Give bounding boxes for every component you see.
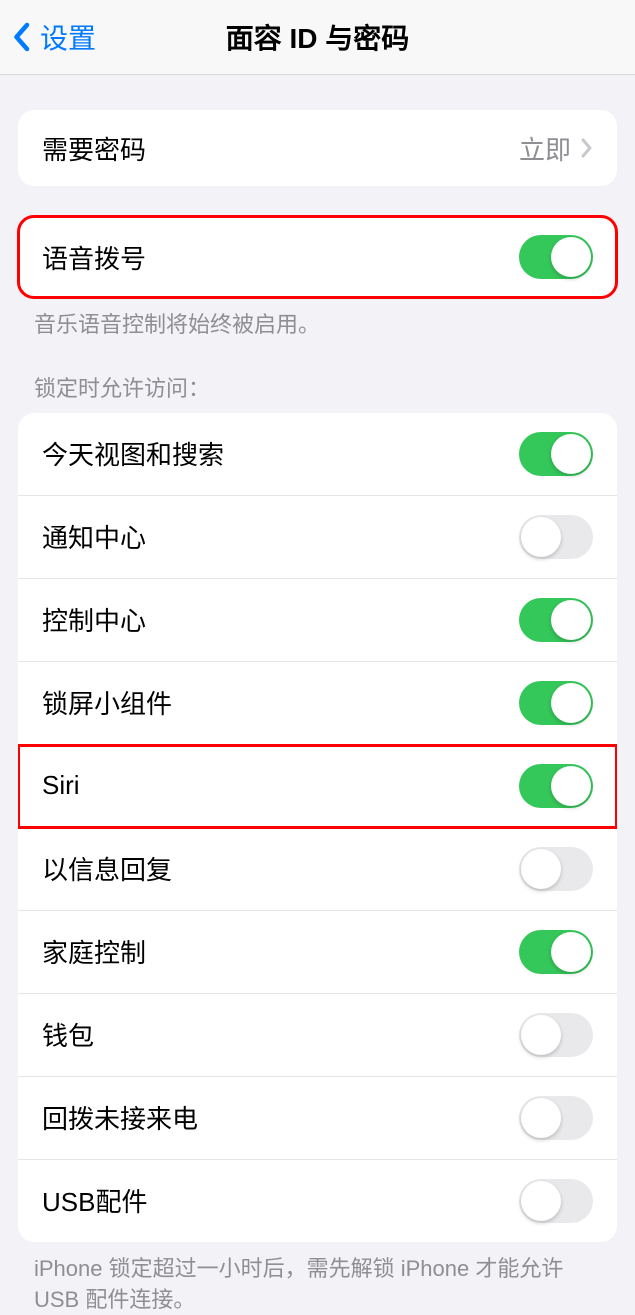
lock-access-section: 今天视图和搜索通知中心控制中心锁屏小组件 Siri 以信息回复家庭控制钱包回拨未接来… <box>18 413 617 1242</box>
lock-access-label: 今天视图和搜索 <box>42 435 224 472</box>
lock-access-row: 钱包 <box>18 994 617 1077</box>
require-passcode-label: 需要密码 <box>42 130 146 167</box>
lock-access-label: 回拨未接来电 <box>42 1099 198 1136</box>
lock-access-row: 回拨未接来电 <box>18 1077 617 1160</box>
lock-access-row: 锁屏小组件 <box>18 662 617 745</box>
lock-access-toggle[interactable] <box>519 515 593 559</box>
require-passcode-section: 需要密码 立即 <box>18 110 617 186</box>
voice-dial-section: 语音拨号 <box>18 216 617 298</box>
lock-access-row: Siri <box>18 745 617 828</box>
lock-access-toggle[interactable] <box>519 1179 593 1223</box>
lock-access-toggle[interactable] <box>519 930 593 974</box>
lock-access-row: 通知中心 <box>18 496 617 579</box>
nav-bar: 设置 面容 ID 与密码 <box>0 0 635 75</box>
lock-access-row: 家庭控制 <box>18 911 617 994</box>
lock-access-toggle[interactable] <box>519 432 593 476</box>
voice-dial-toggle[interactable] <box>519 235 593 279</box>
lock-access-toggle[interactable] <box>519 764 593 808</box>
lock-access-toggle[interactable] <box>519 598 593 642</box>
lock-access-row: 控制中心 <box>18 579 617 662</box>
lock-access-toggle[interactable] <box>519 1096 593 1140</box>
lock-access-toggle[interactable] <box>519 681 593 725</box>
chevron-right-icon <box>581 138 593 158</box>
lock-access-header: 锁定时允许访问： <box>0 341 635 413</box>
lock-access-row: 今天视图和搜索 <box>18 413 617 496</box>
back-button[interactable]: 设置 <box>0 17 96 57</box>
voice-dial-row: 语音拨号 <box>18 216 617 298</box>
lock-access-label: Siri <box>42 770 80 801</box>
voice-dial-label: 语音拨号 <box>42 239 146 276</box>
chevron-left-icon <box>12 22 30 52</box>
lock-access-label: 以信息回复 <box>42 850 172 887</box>
lock-access-label: 锁屏小组件 <box>42 684 172 721</box>
require-passcode-row[interactable]: 需要密码 立即 <box>18 110 617 186</box>
lock-access-label: 控制中心 <box>42 601 146 638</box>
require-passcode-value: 立即 <box>519 130 571 167</box>
voice-dial-footer: 音乐语音控制将始终被启用。 <box>0 298 635 341</box>
lock-access-label: 通知中心 <box>42 518 146 555</box>
lock-access-toggle[interactable] <box>519 1013 593 1057</box>
lock-access-label: 钱包 <box>42 1016 94 1053</box>
lock-access-toggle[interactable] <box>519 847 593 891</box>
back-label: 设置 <box>40 17 96 57</box>
lock-access-label: USB配件 <box>42 1182 147 1219</box>
lock-access-row: 以信息回复 <box>18 828 617 911</box>
lock-access-row: USB配件 <box>18 1160 617 1242</box>
lock-access-label: 家庭控制 <box>42 933 146 970</box>
page-title: 面容 ID 与密码 <box>226 17 410 57</box>
